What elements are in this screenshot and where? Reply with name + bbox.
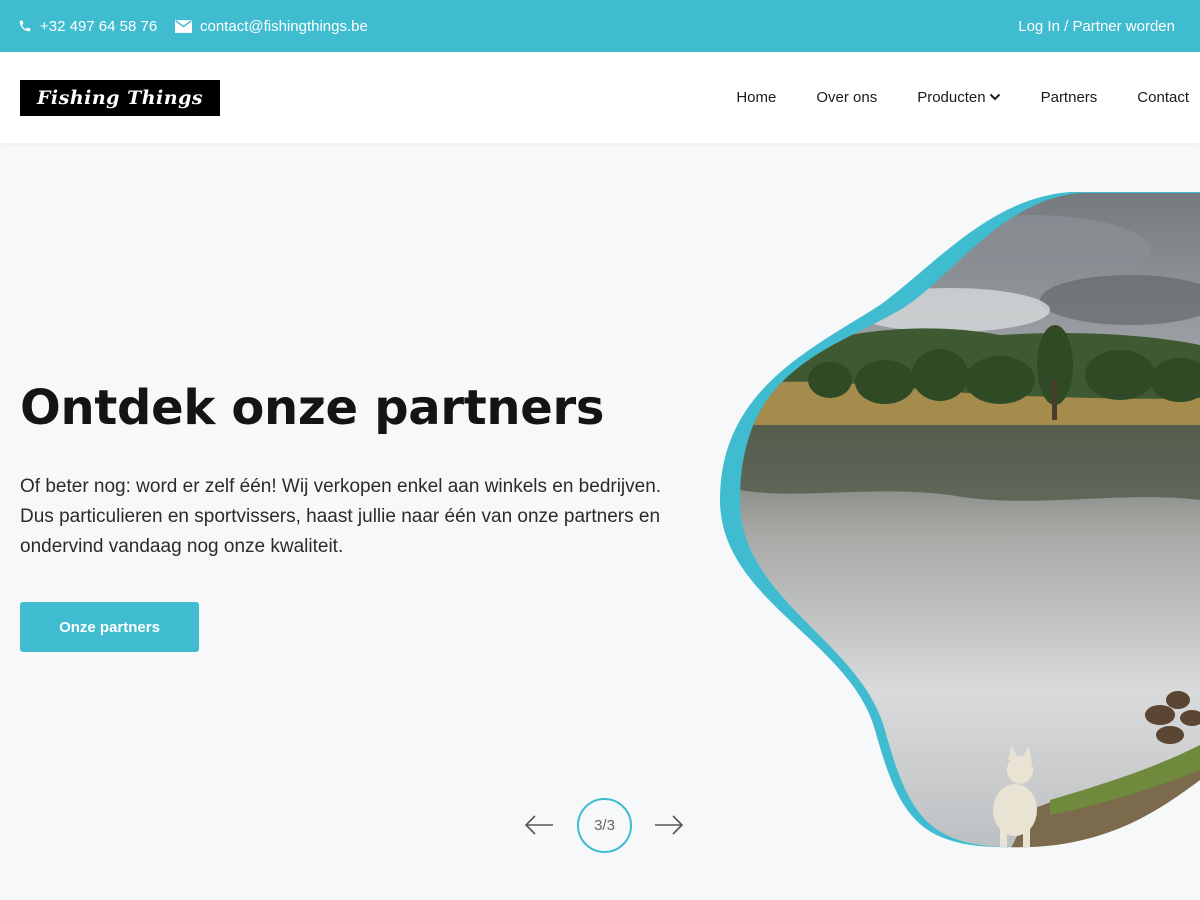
site-header: Fishing Things Home Over ons Producten P… [0,52,1200,143]
top-bar: +32 497 64 58 76 contact@fishingthings.b… [0,0,1200,52]
mail-icon [175,19,192,33]
nav-producten-label: Producten [917,89,986,106]
hero-lake-image [720,192,1200,848]
email-address: contact@fishingthings.be [200,17,368,35]
login-partner-link[interactable]: Log In / Partner worden [1018,0,1175,52]
arrow-right-icon[interactable] [653,812,685,838]
hero-title: Ontdek onze partners [20,380,605,436]
main-nav: Home Over ons Producten Partners Contact [696,52,1189,143]
phone-contact[interactable]: +32 497 64 58 76 [18,0,157,52]
chevron-down-icon [989,89,1001,106]
site-logo[interactable]: Fishing Things [20,80,220,116]
slide-counter: 3/3 [577,798,632,853]
email-contact[interactable]: contact@fishingthings.be [175,0,368,52]
onze-partners-button[interactable]: Onze partners [20,602,199,652]
phone-icon [18,19,32,33]
arrow-left-icon[interactable] [523,812,555,838]
nav-over-ons[interactable]: Over ons [816,89,877,106]
nav-home[interactable]: Home [736,89,776,106]
phone-number: +32 497 64 58 76 [40,17,158,35]
hero-description: Of beter nog: word er zelf één! Wij verk… [20,476,662,557]
nav-contact[interactable]: Contact [1137,89,1189,106]
nav-producten[interactable]: Producten [917,89,1000,106]
nav-partners[interactable]: Partners [1041,89,1098,106]
